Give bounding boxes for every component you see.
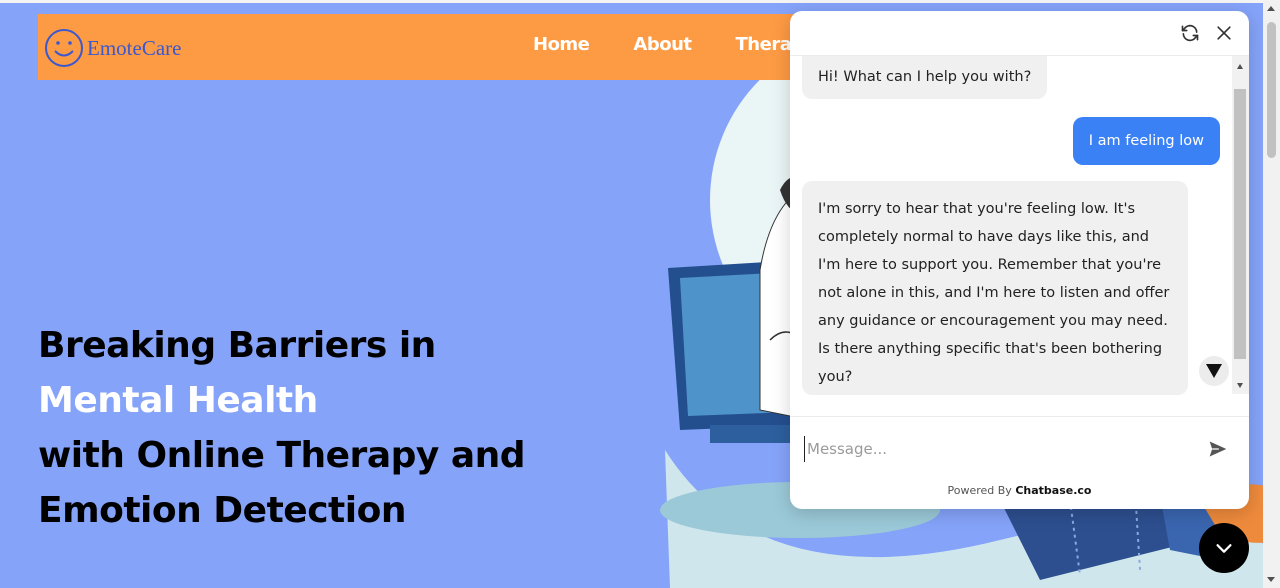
chat-scrollbar[interactable] <box>1232 56 1249 394</box>
chat-scrollbar-thumb[interactable] <box>1234 89 1246 359</box>
hero-line-3: with Online Therapy and <box>38 435 526 476</box>
refresh-icon[interactable] <box>1180 23 1200 43</box>
chat-header <box>790 11 1249 56</box>
chat-messages[interactable]: Hi! What can I help you with? I am feeli… <box>790 56 1249 411</box>
chat-input-area: Powered By Chatbase.co <box>790 416 1249 509</box>
hero-title: Breaking Barriers in Mental Health with … <box>38 318 598 538</box>
triangle-down-icon <box>1206 364 1222 378</box>
powered-by-prefix: Powered By <box>947 484 1012 497</box>
send-icon[interactable] <box>1208 439 1228 459</box>
page-scrollbar[interactable] <box>1263 0 1280 588</box>
navbar: EmoteCare Home About Therap <box>38 14 838 80</box>
chevron-down-icon <box>1216 544 1232 553</box>
page-scrollbar-thumb[interactable] <box>1267 22 1276 158</box>
user-message: I am feeling low <box>1072 117 1220 165</box>
logo-text: EmoteCare <box>87 35 182 60</box>
powered-by-link[interactable]: Chatbase.co <box>1015 484 1091 497</box>
hero-line-4: Emotion Detection <box>38 490 406 531</box>
scroll-up-arrow-icon[interactable] <box>1237 64 1243 69</box>
message-input[interactable] <box>804 436 1194 462</box>
bot-message: I'm sorry to hear that you're feeling lo… <box>802 181 1188 395</box>
powered-by: Powered By Chatbase.co <box>790 484 1249 497</box>
bot-message: Hi! What can I help you with? <box>802 56 1048 99</box>
page-scroll-up-icon[interactable] <box>1267 6 1275 11</box>
hero-line-1: Breaking Barriers in <box>38 325 436 366</box>
chat-toggle-button[interactable] <box>1199 523 1249 573</box>
nav-about-link[interactable]: About <box>633 34 692 55</box>
logo[interactable]: EmoteCare <box>44 28 181 68</box>
scroll-to-bottom-button[interactable] <box>1199 356 1229 386</box>
nav-home-link[interactable]: Home <box>533 34 590 55</box>
close-icon[interactable] <box>1214 23 1234 43</box>
smiley-logo-icon <box>45 29 83 67</box>
page-scroll-down-icon[interactable] <box>1267 577 1275 582</box>
top-border <box>0 0 1280 3</box>
chat-window: Hi! What can I help you with? I am feeli… <box>790 11 1249 509</box>
scroll-down-arrow-icon[interactable] <box>1237 383 1243 388</box>
hero-line-2: Mental Health <box>38 380 318 421</box>
